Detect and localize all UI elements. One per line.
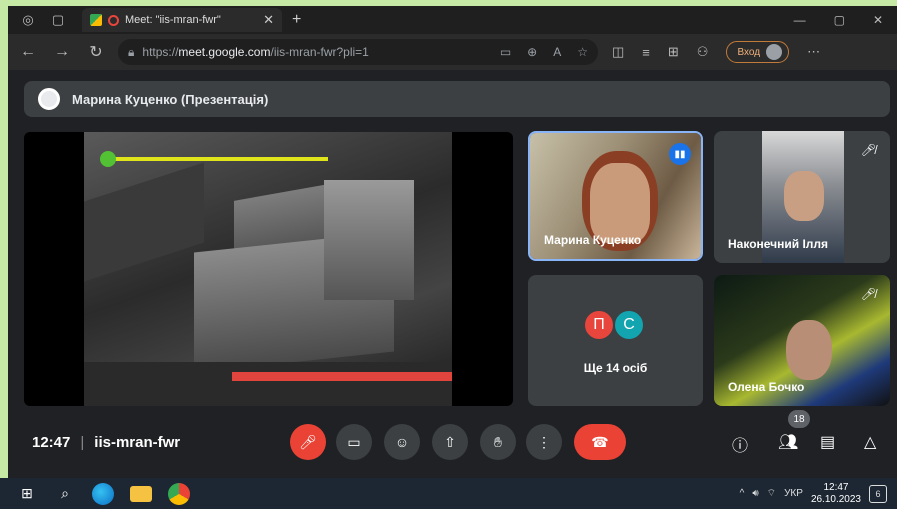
network-icon[interactable]: ⌔ <box>767 487 776 500</box>
slide-progress-line <box>108 157 328 161</box>
chrome-icon[interactable] <box>168 482 190 505</box>
presenter-avatar <box>38 88 60 110</box>
others-avatars: П С <box>583 309 645 341</box>
language-indicator[interactable]: УКР <box>784 488 803 499</box>
meeting-code: iis-mran-fwr <box>94 434 181 451</box>
extensions-icon[interactable]: ⚇ <box>697 44 709 60</box>
mic-toggle-button[interactable]: 🎤︎ <box>290 424 326 460</box>
meeting-info: 12:47 | iis-mran-fwr <box>32 434 180 451</box>
participant-tile-2[interactable]: 🎤︎̸ Наконечний Ілля <box>714 131 890 263</box>
split-screen-icon[interactable]: ◫ <box>612 44 624 60</box>
window-controls: — ▢ ✕ <box>794 13 897 27</box>
people-count-badge: 18 <box>788 410 810 428</box>
meet-favicon-icon <box>90 14 102 26</box>
others-label: Ще 14 осіб <box>583 361 648 375</box>
restore-icon[interactable]: ▢ <box>834 13 845 27</box>
call-controls: 12:47 | iis-mran-fwr 🎤︎ ▭ ☺ ⇧ ✋︎ ⋮ ☎︎ ⓘ … <box>8 410 897 468</box>
presenter-name: Марина Куценко (Презентація) <box>72 91 269 107</box>
end-call-button[interactable]: ☎︎ <box>574 424 626 460</box>
slide-red-bar <box>232 372 452 381</box>
browser-window: ◎ ▢ Meet: "iis-mran-fwr" ✕ + — ▢ ✕ ← → ↻… <box>8 6 897 478</box>
participant-name: Марина Куценко <box>544 233 642 247</box>
system-tray: ^ 🔊︎ ⌔ УКР 12:47 26.10.2023 6 <box>740 482 897 506</box>
presenter-banner: Марина Куценко (Презентація) <box>24 81 890 117</box>
tab-title: Meet: "iis-mran-fwr" <box>125 14 221 26</box>
raise-hand-button[interactable]: ✋︎ <box>480 424 516 460</box>
chat-icon[interactable]: ▤ <box>820 432 835 452</box>
lock-icon: 🔒︎ <box>128 44 135 59</box>
notifications-icon[interactable]: 6 <box>869 484 887 503</box>
participant-tile-3[interactable]: 🎤︎̸ Олена Бочко <box>714 275 890 406</box>
mic-off-icon: 🎤︎̸ <box>860 143 876 157</box>
camera-toggle-button[interactable]: ▭ <box>336 424 372 460</box>
camera-icon[interactable]: ▭ <box>500 45 511 59</box>
new-tab-icon[interactable]: + <box>292 11 301 29</box>
search-icon[interactable]: ⌕ <box>54 483 76 505</box>
meeting-time: 12:47 <box>32 434 71 451</box>
close-window-icon[interactable]: ✕ <box>873 13 883 27</box>
zoom-icon[interactable]: ⊕ <box>527 45 537 59</box>
profile-avatar <box>766 44 783 60</box>
read-aloud-icon[interactable]: A <box>553 45 561 59</box>
participant-name: Наконечний Ілля <box>728 237 829 251</box>
workspaces-icon[interactable]: ◎ <box>18 10 38 30</box>
address-bar: ← → ↻ 🔒︎ https://meet.google.com/iis-mra… <box>8 34 897 70</box>
others-tile[interactable]: П С Ще 14 осіб <box>528 275 703 406</box>
toolbar-icons: ◫ ≡ ⊞ ⚇ Вход ⋯ <box>612 41 820 63</box>
collections-icon[interactable]: ⊞ <box>668 44 679 60</box>
clock-time: 12:47 <box>823 481 849 493</box>
presentation-stage[interactable] <box>24 132 513 406</box>
signin-label: Вход <box>737 46 761 58</box>
tray-expand-icon[interactable]: ^ <box>740 488 745 499</box>
participant-name: Олена Бочко <box>728 380 805 394</box>
info-icon[interactable]: ⓘ <box>732 432 748 456</box>
favorites-icon[interactable]: ≡ <box>642 45 650 60</box>
edge-icon[interactable] <box>92 482 114 505</box>
back-icon[interactable]: ← <box>14 43 42 61</box>
url-input[interactable]: 🔒︎ https://meet.google.com/iis-mran-fwr?… <box>118 39 598 65</box>
speaking-indicator-icon: ▮▮ <box>669 143 691 165</box>
mic-off-icon: 🎤︎̸ <box>860 287 876 301</box>
more-options-button[interactable]: ⋮ <box>526 424 562 460</box>
divider: | <box>80 434 85 451</box>
avatar: С <box>613 309 645 341</box>
avatar: П <box>583 309 615 341</box>
more-menu-icon[interactable]: ⋯ <box>807 44 820 60</box>
recording-icon <box>108 14 119 26</box>
reload-icon[interactable]: ↻ <box>82 42 110 62</box>
forward-icon[interactable]: → <box>48 43 76 61</box>
tab-meet[interactable]: Meet: "iis-mran-fwr" ✕ <box>82 8 282 32</box>
reactions-button[interactable]: ☺ <box>384 424 420 460</box>
slide-progress-dot <box>100 151 116 167</box>
volume-icon[interactable]: 🔊︎ <box>752 488 758 499</box>
clock[interactable]: 12:47 26.10.2023 <box>811 482 861 506</box>
taskbar: ⊞ ⌕ ^ 🔊︎ ⌔ УКР 12:47 26.10.2023 6 <box>0 478 897 509</box>
presentation-image <box>84 132 452 406</box>
minimize-icon[interactable]: — <box>794 13 806 27</box>
close-tab-icon[interactable]: ✕ <box>263 12 274 28</box>
url-text: https://meet.google.com/iis-mran-fwr?pli… <box>142 45 369 59</box>
participant-tile-1[interactable]: ▮▮ Марина Куценко <box>528 131 703 261</box>
tab-actions-icon[interactable]: ▢ <box>48 10 68 30</box>
tab-bar: ◎ ▢ Meet: "iis-mran-fwr" ✕ + — ▢ ✕ <box>8 6 897 34</box>
signin-button[interactable]: Вход <box>726 41 790 63</box>
windows-start-icon[interactable]: ⊞ <box>16 483 38 505</box>
meet-area: Марина Куценко (Презентація) ▮▮ Марина К… <box>8 70 897 478</box>
file-explorer-icon[interactable] <box>130 485 152 502</box>
activities-icon[interactable]: △ <box>864 432 876 452</box>
people-icon[interactable]: 👥︎ <box>778 432 798 452</box>
omnibox-icons: ▭ ⊕ A ☆ <box>500 45 588 59</box>
favorite-icon[interactable]: ☆ <box>577 45 588 59</box>
clock-date: 26.10.2023 <box>810 493 861 505</box>
present-button[interactable]: ⇧ <box>432 424 468 460</box>
